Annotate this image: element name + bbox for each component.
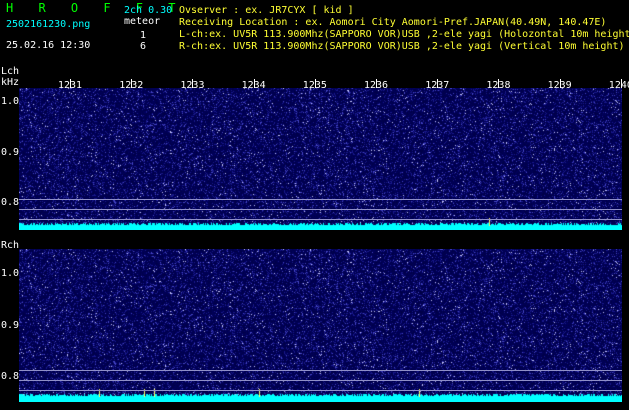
lch-marker-line-2 bbox=[19, 209, 622, 210]
lch-marker-line-1 bbox=[19, 199, 622, 200]
lch-info: L-ch:ex. UV5R 113.900Mhz(SAPPORO VOR)USB… bbox=[179, 29, 629, 40]
meteor-count-rch: 6 bbox=[140, 41, 147, 52]
rch-label: Rch bbox=[1, 240, 20, 251]
lch-waterfall-panel bbox=[19, 88, 622, 230]
lch-label: Lch bbox=[1, 66, 20, 77]
lch-ytick-3: 0.8 bbox=[1, 197, 20, 208]
rch-ytick-2: 0.9 bbox=[1, 320, 20, 331]
rch-ytick-3: 0.8 bbox=[1, 371, 20, 382]
rch-info: R-ch:ex. UV5R 113.900Mhz(SAPPORO VOR)USB… bbox=[179, 41, 625, 52]
khz-unit-label: kHz bbox=[1, 77, 20, 88]
lch-ytick-1: 1.0 bbox=[1, 96, 20, 107]
filename-label: 2502161230.png bbox=[6, 19, 91, 30]
channel-label: 2ch 0.30 bbox=[124, 5, 173, 16]
rch-waterfall-panel bbox=[19, 249, 622, 402]
rch-marker-line-1 bbox=[19, 370, 622, 371]
location-info: Receiving Location : ex. Aomori City Aom… bbox=[179, 17, 607, 28]
lch-marker-line-3 bbox=[19, 219, 622, 220]
meteor-count-lch: 1 bbox=[140, 30, 147, 41]
lch-ytick-2: 0.9 bbox=[1, 147, 20, 158]
observer-info: Ovserver : ex. JR7CYX [ kid ] bbox=[179, 5, 354, 16]
rch-marker-line-3 bbox=[19, 390, 622, 391]
datetime-label: 25.02.16 12:30 bbox=[6, 40, 91, 51]
rch-marker-line-2 bbox=[19, 380, 622, 381]
rch-ytick-1: 1.0 bbox=[1, 268, 20, 279]
meteor-label: meteor bbox=[124, 16, 161, 27]
